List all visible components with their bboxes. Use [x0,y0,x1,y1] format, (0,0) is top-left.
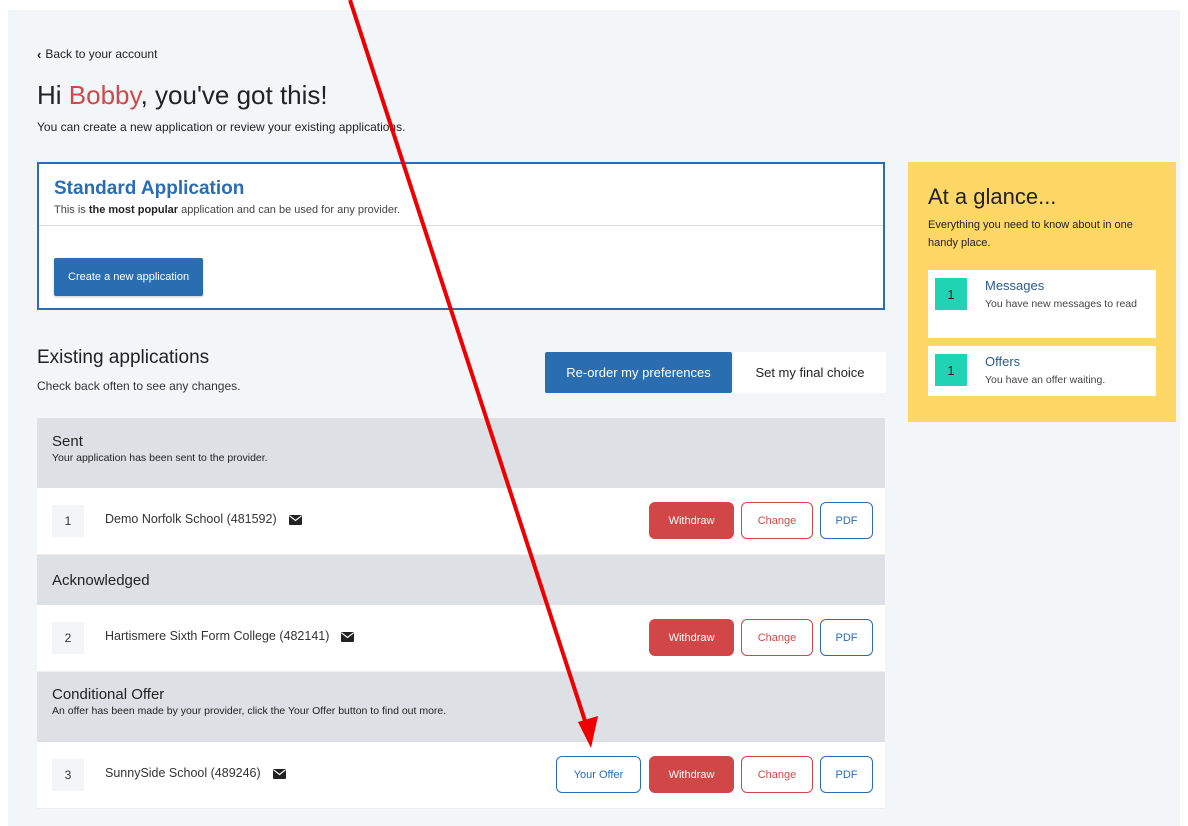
pdf-button[interactable]: PDF [820,619,873,656]
reorder-preferences-button[interactable]: Re-order my preferences [545,352,732,393]
glance-title: At a glance... [928,184,1057,209]
desc-bold: the most popular [88,204,179,216]
offers-title: Offers [985,354,1021,369]
table-row: 1 Demo Norfolk School (481592) Withdraw … [37,488,885,555]
envelope-icon[interactable] [272,768,286,779]
pdf-button[interactable]: PDF [820,756,873,793]
group-title: Sent [52,433,83,450]
standard-application-description: This is the most popular application and… [54,204,868,216]
messages-card[interactable]: 1 Messages You have new messages to read [928,270,1156,338]
desc-prefix: This is [54,204,89,216]
create-application-button[interactable]: Create a new application [54,258,204,296]
greeting-suffix: , you've got this! [140,80,328,110]
chevron-left-icon: ‹ [37,46,42,62]
messages-text: You have new messages to read [985,298,1137,310]
group-description: Your application has been sent to the pr… [52,452,268,464]
messages-count-badge: 1 [935,278,967,310]
table-row: 3 SunnySide School (489246) Your Offer W… [37,742,885,809]
set-final-choice-button[interactable]: Set my final choice [734,352,886,393]
envelope-icon[interactable] [288,514,302,525]
preference-number: 3 [52,759,84,791]
offers-card[interactable]: 1 Offers You have an offer waiting. [928,346,1156,396]
change-button[interactable]: Change [741,619,813,656]
group-description: An offer has been made by your provider,… [52,705,447,717]
change-button[interactable]: Change [741,502,813,539]
provider-name: Demo Norfolk School (481592) [105,512,302,526]
your-offer-button[interactable]: Your Offer [556,756,641,793]
preference-number: 1 [52,505,84,537]
provider-name-text: Hartismere Sixth Form College (482141) [105,629,330,643]
standard-application-title: Standard Application [54,178,245,199]
change-button[interactable]: Change [741,756,813,793]
provider-name: SunnySide School (489246) [105,766,286,780]
pdf-button[interactable]: PDF [820,502,873,539]
standard-application-header: Standard Application This is the most po… [39,164,883,226]
back-link-label: Back to your account [45,47,158,61]
provider-name: Hartismere Sixth Form College (482141) [105,629,355,643]
withdraw-button[interactable]: Withdraw [649,756,734,793]
applications-list: Sent Your application has been sent to t… [37,418,885,809]
group-title: Conditional Offer [52,686,165,703]
group-title: Acknowledged [52,572,150,589]
preference-number: 2 [52,622,84,654]
existing-applications-title: Existing applications [37,347,210,368]
offers-text: You have an offer waiting. [985,374,1106,386]
intro-text: You can create a new application or revi… [37,120,406,134]
offers-count-badge: 1 [935,354,967,386]
provider-name-text: SunnySide School (489246) [105,766,261,780]
withdraw-button[interactable]: Withdraw [649,619,734,656]
group-header-conditional-offer: Conditional Offer An offer has been made… [37,672,885,742]
glance-description: Everything you need to know about in one… [928,219,1133,249]
desc-suffix: application and can be used for any prov… [178,204,401,216]
standard-application-card: Standard Application This is the most po… [37,162,885,310]
messages-title: Messages [985,278,1045,293]
group-header-acknowledged: Acknowledged [37,555,885,605]
page-title: Hi Bobby, you've got this! [37,80,328,111]
existing-applications-subtitle: Check back often to see any changes. [37,379,241,393]
back-to-account-link[interactable]: ‹ Back to your account [37,47,157,61]
at-a-glance-panel: At a glance... Everything you need to kn… [908,162,1176,422]
envelope-icon[interactable] [341,631,355,642]
provider-name-text: Demo Norfolk School (481592) [105,512,277,526]
withdraw-button[interactable]: Withdraw [649,502,734,539]
greeting-prefix: Hi [37,80,69,110]
group-header-sent: Sent Your application has been sent to t… [37,418,885,488]
user-name: Bobby [68,80,141,110]
table-row: 2 Hartismere Sixth Form College (482141)… [37,605,885,672]
